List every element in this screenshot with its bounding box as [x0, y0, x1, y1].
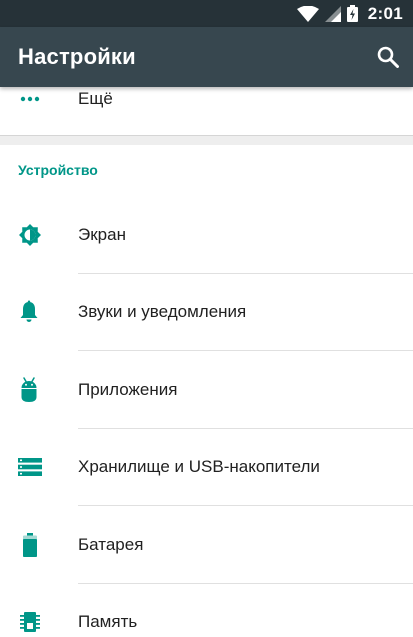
app-bar: Настройки — [0, 27, 413, 87]
settings-item-label: Память — [78, 612, 138, 632]
settings-item-more[interactable]: Ещё — [0, 87, 413, 135]
wifi-icon — [296, 5, 319, 22]
settings-item-label: Ещё — [78, 89, 113, 108]
battery-icon — [0, 532, 78, 557]
settings-item-label: Экран — [78, 224, 126, 244]
search-icon — [377, 46, 399, 68]
storage-icon — [0, 458, 78, 477]
brightness-icon — [0, 223, 78, 247]
section-divider — [0, 135, 413, 145]
settings-item-sound-notifications[interactable]: Звуки и уведомления — [0, 274, 413, 351]
settings-item-label: Хранилище и USB-накопители — [78, 457, 320, 477]
more-horiz-icon — [0, 96, 78, 102]
settings-item-battery[interactable]: Батарея — [0, 506, 413, 584]
device-settings-list: Экран Звуки и уведомления Приложения Хра… — [0, 196, 413, 637]
search-button[interactable] — [377, 46, 399, 68]
cell-signal-icon — [324, 5, 341, 22]
status-bar: 2:01 — [0, 0, 413, 27]
settings-item-label: Приложения — [78, 379, 178, 399]
page-title: Настройки — [18, 44, 136, 69]
memory-icon — [0, 610, 78, 634]
settings-item-storage[interactable]: Хранилище и USB-накопители — [0, 429, 413, 506]
settings-item-label: Звуки и уведомления — [78, 302, 247, 322]
settings-item-apps[interactable]: Приложения — [0, 351, 413, 429]
settings-item-label: Батарея — [78, 534, 144, 554]
settings-screen: 2:01 Настройки Ещё Устройство Экран Звук… — [0, 0, 413, 637]
android-icon — [0, 377, 78, 403]
section-header-device: Устройство — [18, 162, 98, 178]
bell-icon — [0, 300, 78, 324]
settings-item-memory[interactable]: Память — [0, 584, 413, 637]
battery-charging-icon — [346, 5, 358, 22]
clock: 2:01 — [367, 3, 403, 23]
settings-item-display[interactable]: Экран — [0, 196, 413, 274]
